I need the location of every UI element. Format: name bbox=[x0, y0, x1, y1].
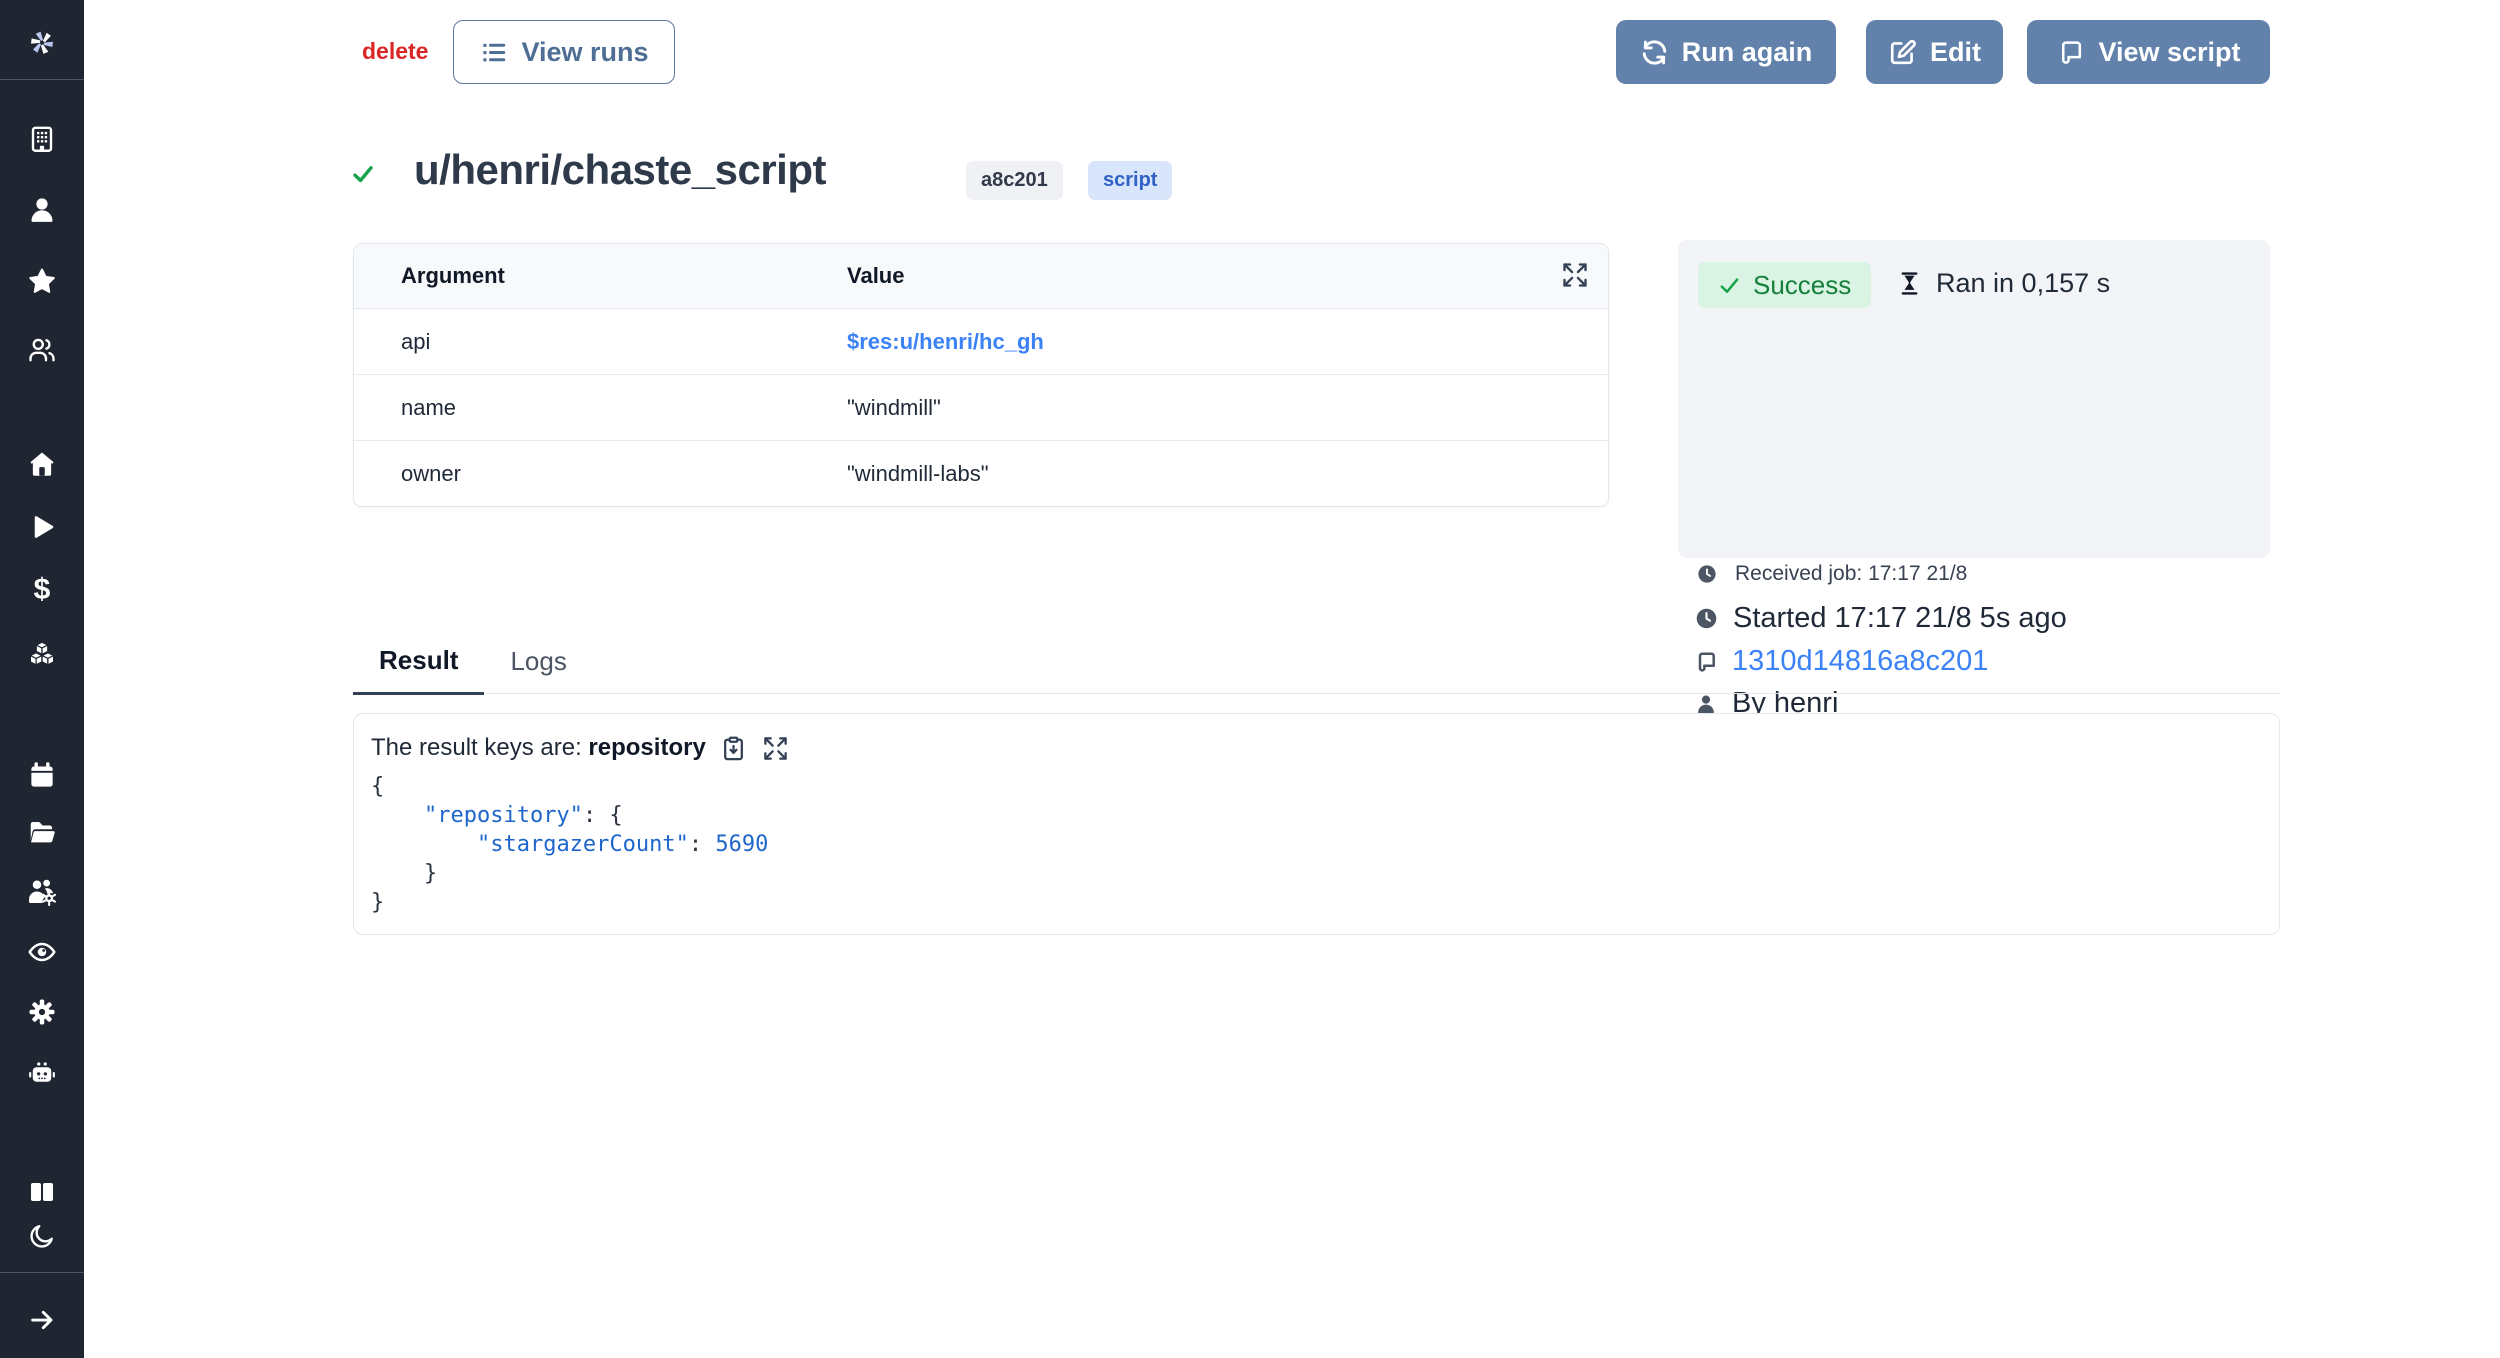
person-icon bbox=[1694, 692, 1718, 716]
page-title: u/henri/chaste_script bbox=[414, 146, 826, 194]
success-check-icon bbox=[351, 162, 375, 186]
run-again-button[interactable]: Run again bbox=[1616, 20, 1836, 84]
book-open-icon bbox=[27, 1177, 57, 1207]
star-icon bbox=[27, 266, 57, 296]
view-script-button[interactable]: View script bbox=[2027, 20, 2270, 84]
windmill-logo[interactable] bbox=[25, 25, 59, 59]
result-keys-line: The result keys are: repository bbox=[371, 734, 790, 762]
windmill-pinwheel-logo-icon bbox=[27, 27, 57, 57]
arg-name: api bbox=[354, 329, 847, 355]
sidebar-item-ai[interactable] bbox=[25, 1057, 59, 1091]
sidebar-item-favorites[interactable] bbox=[25, 264, 59, 298]
expand-icon bbox=[762, 735, 789, 762]
sidebar-item-folders[interactable] bbox=[25, 815, 59, 849]
tab-logs[interactable]: Logs bbox=[484, 645, 592, 693]
args-table: Argument Value api $res:u/henri/hc_gh na… bbox=[353, 243, 1609, 507]
duration-row: Ran in 0,157 s bbox=[1896, 268, 2110, 299]
sidebar-item-audit[interactable] bbox=[25, 935, 59, 969]
cubes-icon bbox=[27, 640, 57, 670]
sidebar-item-variables[interactable]: $ bbox=[25, 573, 59, 607]
table-row: name "windmill" bbox=[354, 375, 1608, 441]
result-json: { "repository": { "stargazerCount": 5690… bbox=[371, 772, 768, 917]
edit-label: Edit bbox=[1930, 37, 1981, 68]
dollar-icon: $ bbox=[34, 575, 51, 605]
robot-icon bbox=[27, 1059, 57, 1089]
sidebar-item-workspace[interactable] bbox=[25, 122, 59, 156]
view-runs-label: View runs bbox=[521, 37, 648, 68]
sidebar-item-groups[interactable] bbox=[25, 333, 59, 367]
expand-result-button[interactable] bbox=[762, 734, 790, 762]
result-keys-prefix: The result keys are: bbox=[371, 734, 588, 761]
copy-result-button[interactable] bbox=[720, 734, 748, 762]
edit-button[interactable]: Edit bbox=[1866, 20, 2003, 84]
resource-link[interactable]: $res:u/henri/hc_gh bbox=[847, 329, 1044, 355]
sidebar-divider-top bbox=[0, 79, 84, 80]
script-type-badge: script bbox=[1088, 161, 1172, 200]
started-row: Started 17:17 21/8 5s ago bbox=[1694, 602, 2067, 635]
status-label: Success bbox=[1753, 270, 1851, 301]
started-text: Started 17:17 21/8 5s ago bbox=[1733, 602, 2067, 635]
eye-icon bbox=[27, 937, 57, 967]
received-row: Received job: 17:17 21/8 bbox=[1696, 562, 1967, 586]
person-icon bbox=[27, 195, 57, 225]
sidebar-item-docs[interactable] bbox=[25, 1175, 59, 1209]
view-runs-button[interactable]: View runs bbox=[453, 20, 675, 84]
folder-open-icon bbox=[27, 817, 57, 847]
column-header-argument: Argument bbox=[354, 263, 847, 289]
arg-name: owner bbox=[354, 461, 847, 487]
sidebar: $ bbox=[0, 0, 84, 1358]
table-row: owner "windmill-labs" bbox=[354, 441, 1608, 506]
hash-badge: a8c201 bbox=[966, 161, 1063, 200]
list-icon bbox=[479, 38, 508, 67]
tab-result[interactable]: Result bbox=[353, 645, 484, 695]
dark-mode-toggle[interactable] bbox=[25, 1219, 59, 1253]
sidebar-item-workers[interactable] bbox=[25, 875, 59, 909]
home-icon bbox=[27, 449, 57, 479]
table-row: api $res:u/henri/hc_gh bbox=[354, 309, 1608, 375]
duration-text: Ran in 0,157 s bbox=[1936, 268, 2110, 299]
delete-button[interactable]: delete bbox=[362, 38, 428, 65]
gear-icon bbox=[27, 997, 57, 1027]
moon-icon bbox=[27, 1221, 57, 1251]
clock-icon bbox=[1694, 606, 1719, 631]
users-gear-icon bbox=[27, 877, 57, 907]
clock-icon bbox=[1696, 563, 1718, 585]
hourglass-icon bbox=[1896, 270, 1923, 297]
sidebar-item-settings[interactable] bbox=[25, 995, 59, 1029]
scroll-icon bbox=[2056, 38, 2085, 67]
result-keys-bold: repository bbox=[588, 734, 705, 761]
view-script-label: View script bbox=[2098, 37, 2240, 68]
edit-pencil-icon bbox=[1888, 38, 1917, 67]
arg-value: "windmill-labs" bbox=[847, 461, 989, 487]
received-text: Received job: 17:17 21/8 bbox=[1735, 562, 1967, 586]
expand-icon bbox=[1561, 261, 1589, 289]
sidebar-item-schedules[interactable] bbox=[25, 758, 59, 792]
arg-value: "windmill" bbox=[847, 395, 941, 421]
refresh-icon bbox=[1640, 38, 1669, 67]
clipboard-copy-icon bbox=[720, 735, 747, 762]
users-icon bbox=[27, 335, 57, 365]
sidebar-item-runs[interactable] bbox=[25, 510, 59, 544]
column-header-value: Value bbox=[847, 263, 904, 289]
sidebar-item-home[interactable] bbox=[25, 447, 59, 481]
job-status-card: Success Ran in 0,157 s Received job: 17:… bbox=[1678, 240, 2270, 558]
result-tabbar: Result Logs bbox=[353, 645, 2280, 694]
play-icon bbox=[27, 512, 57, 542]
calendar-icon bbox=[27, 760, 57, 790]
check-icon bbox=[1718, 274, 1741, 297]
sidebar-divider-bottom bbox=[0, 1272, 84, 1273]
expand-sidebar-button[interactable] bbox=[25, 1303, 59, 1337]
building-icon bbox=[27, 124, 57, 154]
status-badge: Success bbox=[1698, 262, 1871, 308]
run-again-label: Run again bbox=[1682, 37, 1813, 68]
args-table-header: Argument Value bbox=[354, 244, 1608, 309]
sidebar-item-user[interactable] bbox=[25, 193, 59, 227]
sidebar-item-resources[interactable] bbox=[25, 638, 59, 672]
arg-name: name bbox=[354, 395, 847, 421]
result-panel: The result keys are: repository { "repos… bbox=[353, 713, 2280, 935]
arrow-right-icon bbox=[27, 1305, 57, 1335]
expand-args-button[interactable] bbox=[1560, 261, 1590, 291]
